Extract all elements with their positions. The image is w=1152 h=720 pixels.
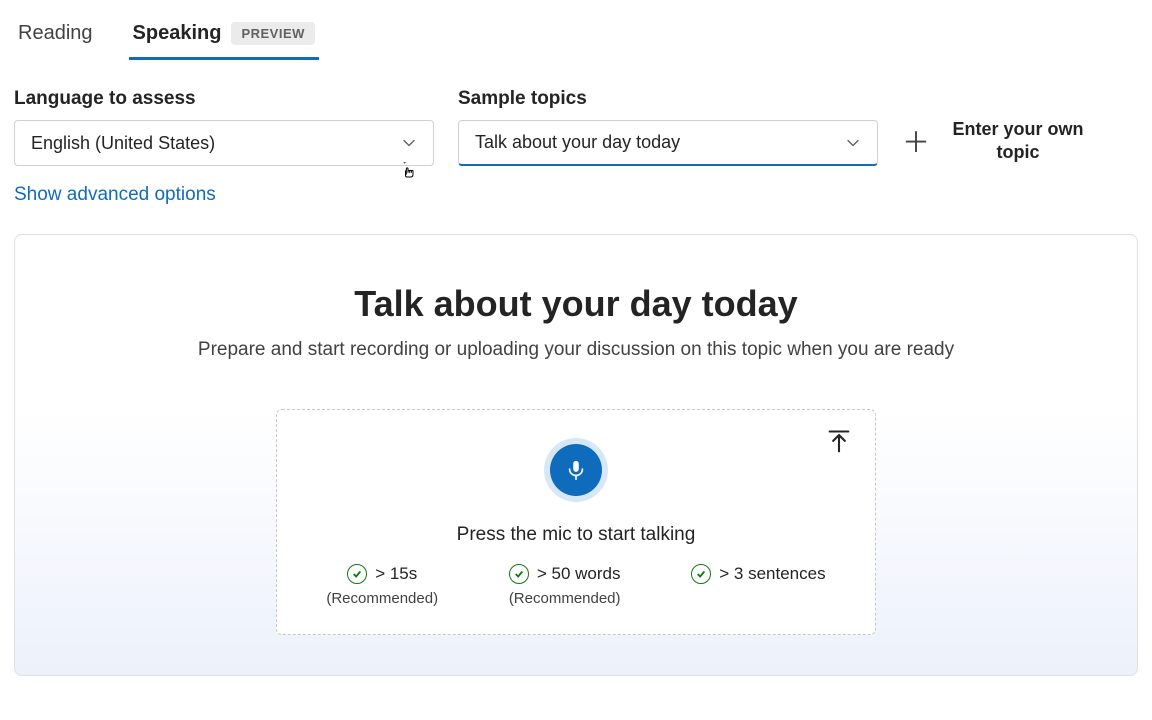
main-panel: Talk about your day today Prepare and st…: [14, 234, 1138, 676]
check-icon: [509, 564, 529, 584]
criterion-text: > 3 sentences: [719, 564, 825, 584]
tab-reading[interactable]: Reading: [14, 14, 97, 60]
plus-icon: ＋: [902, 121, 930, 161]
mic-inner: [550, 444, 602, 496]
criterion-duration: > 15s (Recommended): [326, 564, 438, 607]
topics-select[interactable]: Talk about your day today: [458, 120, 878, 166]
tab-speaking[interactable]: Speaking PREVIEW: [129, 14, 319, 60]
enter-own-label: Enter your own topic: [948, 118, 1088, 165]
criteria-row: > 15s (Recommended) > 50 words (Recommen…: [301, 564, 851, 607]
language-group: Language to assess English (United State…: [14, 88, 434, 166]
tab-speaking-label: Speaking: [133, 22, 222, 45]
preview-badge: PREVIEW: [231, 22, 314, 45]
language-label: Language to assess: [14, 88, 434, 110]
controls-row: Language to assess English (United State…: [14, 88, 1138, 166]
record-card: Press the mic to start talking > 15s (Re…: [276, 409, 876, 635]
topics-group: Sample topics Talk about your day today: [458, 88, 878, 166]
criterion-words: > 50 words (Recommended): [509, 564, 621, 607]
topics-label: Sample topics: [458, 88, 878, 110]
check-icon: [691, 564, 711, 584]
language-select[interactable]: English (United States): [14, 120, 434, 166]
criterion-sentences: > 3 sentences: [691, 564, 825, 607]
language-selected-value: English (United States): [31, 133, 215, 154]
check-icon: [347, 564, 367, 584]
chevron-down-icon: [401, 135, 417, 151]
tab-bar: Reading Speaking PREVIEW: [14, 14, 1138, 60]
criterion-sub: (Recommended): [326, 590, 438, 607]
mic-button[interactable]: [544, 438, 608, 502]
mic-instruction: Press the mic to start talking: [301, 524, 851, 546]
criterion-text: > 50 words: [537, 564, 621, 584]
panel-subtitle: Prepare and start recording or uploading…: [39, 339, 1113, 361]
show-advanced-options-link[interactable]: Show advanced options: [14, 184, 216, 206]
chevron-down-icon: [845, 135, 861, 151]
enter-own-topic-button[interactable]: ＋ Enter your own topic: [902, 118, 1088, 165]
panel-title: Talk about your day today: [39, 283, 1113, 325]
microphone-icon: [565, 459, 587, 481]
upload-icon[interactable]: [825, 428, 853, 456]
topics-selected-value: Talk about your day today: [475, 132, 680, 153]
criterion-sub: (Recommended): [509, 590, 621, 607]
criterion-text: > 15s: [375, 564, 417, 584]
